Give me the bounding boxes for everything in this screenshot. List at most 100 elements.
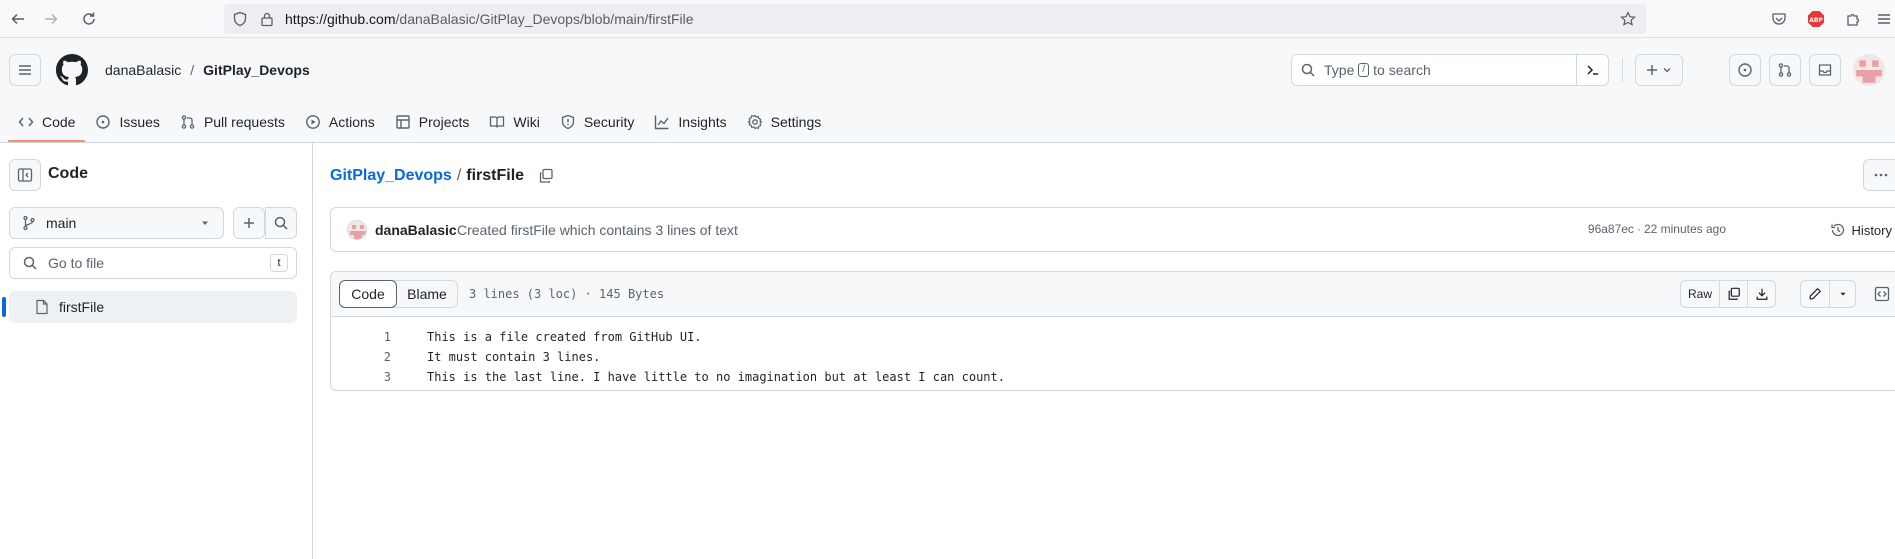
- address-bar[interactable]: https://github.com/danaBalasic/GitPlay_D…: [224, 4, 1646, 34]
- go-to-file-placeholder: Go to file: [48, 255, 105, 271]
- owner-link[interactable]: danaBalasic: [105, 62, 181, 78]
- history-button[interactable]: History: [1830, 220, 1892, 240]
- tab-actions[interactable]: Actions: [295, 102, 385, 142]
- line-number[interactable]: 2: [331, 350, 391, 364]
- tab-label: Wiki: [513, 114, 540, 130]
- file-tree-item-name: firstFile: [59, 299, 105, 315]
- lock-icon[interactable]: [260, 11, 274, 27]
- code-icon: [18, 114, 42, 130]
- download-raw-button[interactable]: [1748, 280, 1776, 308]
- github-header: danaBalasic / GitPlay_Devops Type / to s…: [0, 38, 1895, 143]
- search-icon: [1300, 62, 1316, 78]
- line-number[interactable]: 3: [331, 370, 391, 384]
- tab-pull-requests[interactable]: Pull requests: [170, 102, 295, 142]
- edit-file-button[interactable]: [1800, 280, 1830, 308]
- pull-requests-icon[interactable]: [1769, 54, 1801, 86]
- search-input[interactable]: Type / to search: [1291, 54, 1609, 86]
- tab-settings[interactable]: Settings: [737, 102, 832, 142]
- header-divider: [1622, 58, 1623, 82]
- line-number[interactable]: 1: [331, 330, 391, 344]
- book-icon: [489, 114, 513, 130]
- svg-text:ABP: ABP: [1809, 17, 1823, 24]
- file-icon: [35, 299, 49, 315]
- pocket-icon[interactable]: [1767, 7, 1791, 31]
- pull-request-icon: [180, 114, 204, 130]
- copy-path-icon[interactable]: [538, 168, 554, 184]
- file-actions-group: Raw: [1680, 280, 1776, 308]
- sidebar-collapse-icon: [17, 167, 33, 183]
- file-tree-item[interactable]: firstFile: [2, 291, 297, 323]
- header-separator: /: [190, 62, 195, 78]
- create-new-button[interactable]: [1635, 54, 1683, 86]
- search-icon: [22, 255, 38, 271]
- edit-dropdown-button[interactable]: [1830, 280, 1856, 308]
- search-placeholder-suffix: to search: [1373, 62, 1431, 78]
- line-content: It must contain 3 lines.: [427, 350, 601, 364]
- download-icon: [1755, 287, 1769, 301]
- url-text[interactable]: https://github.com/danaBalasic/GitPlay_D…: [285, 11, 694, 27]
- table-icon: [395, 114, 419, 130]
- bookmark-star-icon[interactable]: [1620, 11, 1636, 27]
- tab-wiki[interactable]: Wiki: [479, 102, 549, 142]
- forward-arrow-icon[interactable]: [39, 7, 63, 31]
- more-options-button[interactable]: [1863, 159, 1895, 191]
- tab-label: Issues: [119, 114, 160, 130]
- repo-link[interactable]: GitPlay_Devops: [203, 62, 310, 78]
- breadcrumb-repo-link[interactable]: GitPlay_Devops: [330, 167, 452, 185]
- triangle-down-icon: [199, 217, 211, 229]
- app-menu-icon[interactable]: [1872, 7, 1895, 31]
- add-file-button[interactable]: [233, 207, 265, 239]
- tab-projects[interactable]: Projects: [385, 102, 480, 142]
- file-info: 3 lines (3 loc) · 145 Bytes: [469, 287, 665, 301]
- search-files-button[interactable]: [265, 207, 297, 239]
- issues-icon[interactable]: [1729, 54, 1761, 86]
- commit-message[interactable]: Created firstFile which contains 3 lines…: [457, 222, 738, 238]
- search-shortcut-key: /: [1358, 63, 1370, 77]
- github-logo-icon[interactable]: [56, 54, 88, 86]
- repo-tabs: Code Issues Pull requests Actions Projec…: [8, 102, 831, 142]
- commit-time: 22 minutes ago: [1643, 222, 1726, 236]
- hamburger-menu-button[interactable]: [9, 54, 41, 86]
- inbox-icon[interactable]: [1809, 54, 1841, 86]
- history-clock-icon: [1830, 222, 1846, 238]
- tab-label: Settings: [770, 114, 822, 130]
- tab-security[interactable]: Security: [550, 102, 645, 142]
- back-arrow-icon[interactable]: [6, 7, 30, 31]
- code-line: 3 This is the last line. I have little t…: [331, 367, 1005, 387]
- commit-meta-separator: ·: [1636, 222, 1641, 236]
- commit-author-avatar[interactable]: [347, 220, 367, 240]
- tab-issues[interactable]: Issues: [85, 102, 169, 142]
- collapse-sidebar-button[interactable]: [9, 159, 41, 191]
- code-line: 2 It must contain 3 lines.: [331, 347, 601, 367]
- tab-label: Security: [583, 114, 635, 130]
- gear-icon: [747, 114, 771, 130]
- reload-icon[interactable]: [77, 7, 101, 31]
- tab-code[interactable]: Code: [8, 102, 86, 142]
- raw-button[interactable]: Raw: [1680, 280, 1720, 308]
- commit-author[interactable]: danaBalasic: [375, 222, 457, 238]
- symbols-panel-button[interactable]: [1868, 280, 1895, 308]
- blame-view-button[interactable]: Blame: [397, 281, 457, 307]
- adblock-plus-icon[interactable]: ABP: [1804, 7, 1828, 31]
- branch-name: main: [46, 215, 77, 231]
- extensions-puzzle-icon[interactable]: [1841, 7, 1865, 31]
- search-placeholder-prefix: Type: [1324, 62, 1355, 78]
- search-icon: [273, 215, 289, 231]
- code-square-icon: [1874, 286, 1890, 302]
- branch-selector[interactable]: main: [9, 207, 224, 239]
- avatar[interactable]: [1853, 54, 1885, 86]
- go-to-file-input[interactable]: Go to file t: [9, 247, 297, 279]
- tab-insights[interactable]: Insights: [644, 102, 736, 142]
- commit-sha[interactable]: 96a87ec: [1588, 222, 1634, 236]
- breadcrumb: GitPlay_Devops / firstFile: [330, 165, 554, 187]
- breadcrumb-file: firstFile: [466, 167, 525, 184]
- graph-icon: [654, 114, 678, 130]
- command-palette-icon[interactable]: [1576, 55, 1608, 85]
- copy-raw-button[interactable]: [1720, 280, 1748, 308]
- file-view: GitPlay_Devops / firstFile danaBalasic C…: [314, 143, 1895, 559]
- history-label: History: [1851, 222, 1892, 238]
- plus-icon: [241, 215, 257, 231]
- tab-label: Code: [42, 114, 76, 130]
- code-view-button[interactable]: Code: [339, 280, 397, 308]
- shield-tracking-icon[interactable]: [232, 11, 248, 27]
